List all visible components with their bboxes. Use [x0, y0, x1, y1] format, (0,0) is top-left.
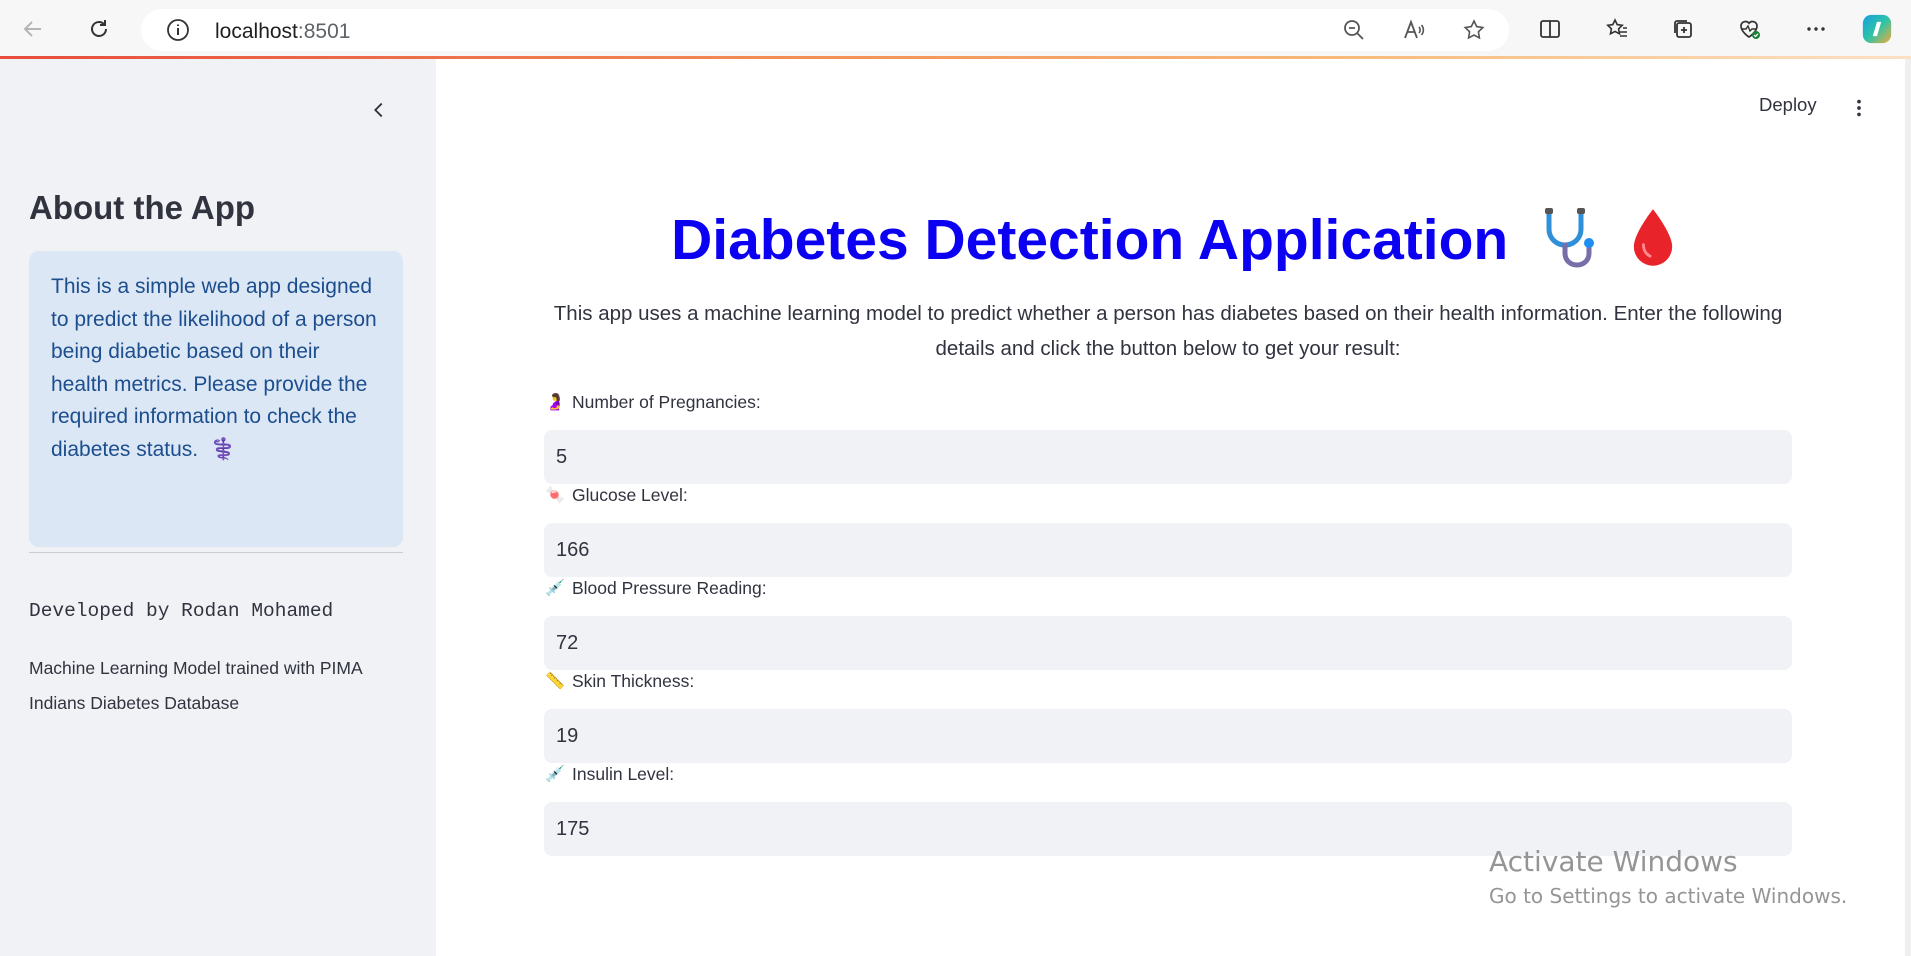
candy-icon: 🍬: [545, 487, 565, 504]
field-label: 🍬 Glucose Level:: [544, 483, 1792, 507]
collapse-sidebar-button[interactable]: [366, 97, 392, 123]
field-label: 💉 Blood Pressure Reading:: [544, 576, 1792, 600]
page-title-text: Diabetes Detection Application: [671, 208, 1509, 273]
split-screen-icon[interactable]: [1530, 9, 1570, 49]
url-text[interactable]: localhost:8501: [215, 20, 350, 44]
browser-toolbar: localhost:8501: [0, 0, 1911, 58]
sidebar-divider: [29, 552, 403, 553]
ruler-icon: 📏: [545, 673, 565, 690]
glucose-field: 🍬 Glucose Level:: [544, 483, 1792, 577]
insulin-field: 💉 Insulin Level:: [544, 762, 1792, 856]
more-icon[interactable]: [1796, 9, 1836, 49]
medical-icon: ⚕️: [209, 437, 237, 461]
field-label-text: Insulin Level:: [572, 763, 675, 784]
favorites-icon[interactable]: [1597, 9, 1637, 49]
field-label-text: Blood Pressure Reading:: [572, 577, 767, 598]
sidebar-title: About the App: [29, 189, 256, 226]
deploy-button[interactable]: Deploy: [1759, 94, 1817, 116]
skin-thickness-input[interactable]: [544, 709, 1792, 763]
info-box: This is a simple web app designed to pre…: [29, 251, 403, 547]
glucose-input[interactable]: [544, 523, 1792, 577]
field-label: 📏 Skin Thickness:: [544, 669, 1792, 693]
field-label: 💉 Insulin Level:: [544, 762, 1792, 786]
collections-icon[interactable]: [1663, 9, 1703, 49]
blood-drop-icon: [1630, 206, 1676, 282]
copilot-icon[interactable]: [1857, 9, 1897, 49]
field-label-text: Skin Thickness:: [572, 670, 695, 691]
url-host: localhost: [215, 20, 298, 43]
watermark-title: Activate Windows: [1489, 845, 1738, 878]
blood-pressure-field: 💉 Blood Pressure Reading:: [544, 576, 1792, 670]
field-label: 🤰 Number of Pregnancies:: [544, 390, 1792, 414]
watermark-subtitle: Go to Settings to activate Windows.: [1489, 884, 1848, 908]
star-icon[interactable]: [1454, 10, 1494, 50]
scrollbar[interactable]: [1905, 59, 1911, 956]
main-menu-button[interactable]: [1846, 93, 1872, 123]
page-title: Diabetes Detection Application: [436, 205, 1911, 283]
blood-pressure-input[interactable]: [544, 616, 1792, 670]
back-icon[interactable]: [13, 9, 53, 49]
pregnancies-field: 🤰 Number of Pregnancies:: [544, 390, 1792, 484]
developer-credit: Developed by Rodan Mohamed: [29, 600, 334, 622]
syringe-icon: 💉: [545, 766, 565, 783]
pregnant-person-icon: 🤰: [545, 394, 565, 411]
url-port: :8501: [297, 20, 351, 43]
zoom-out-icon[interactable]: [1334, 10, 1374, 50]
chevron-left-icon: [374, 102, 383, 118]
sidebar: About the App This is a simple web app d…: [0, 59, 436, 956]
info-icon[interactable]: [166, 18, 190, 42]
skin-thickness-field: 📏 Skin Thickness:: [544, 669, 1792, 763]
activation-watermark: Activate Windows Go to Settings to activ…: [1489, 843, 1847, 911]
intro-text: This app uses a machine learning model t…: [553, 302, 1783, 360]
info-text: This is a simple web app designed to pre…: [51, 275, 377, 461]
syringe-icon: 💉: [545, 580, 565, 597]
stethoscope-icon: [1538, 205, 1600, 283]
model-note: Machine Learning Model trained with PIMA…: [29, 658, 362, 713]
address-bar[interactable]: localhost:8501: [141, 9, 1509, 51]
health-icon[interactable]: [1729, 9, 1769, 49]
main-content: Deploy Diabetes Detection Application Th…: [436, 59, 1911, 956]
read-aloud-icon[interactable]: [1394, 10, 1434, 50]
refresh-icon[interactable]: [79, 9, 119, 49]
field-label-text: Glucose Level:: [572, 484, 688, 505]
field-label-text: Number of Pregnancies:: [572, 391, 761, 412]
pregnancies-input[interactable]: [544, 430, 1792, 484]
kebab-menu-icon: [1857, 99, 1861, 117]
